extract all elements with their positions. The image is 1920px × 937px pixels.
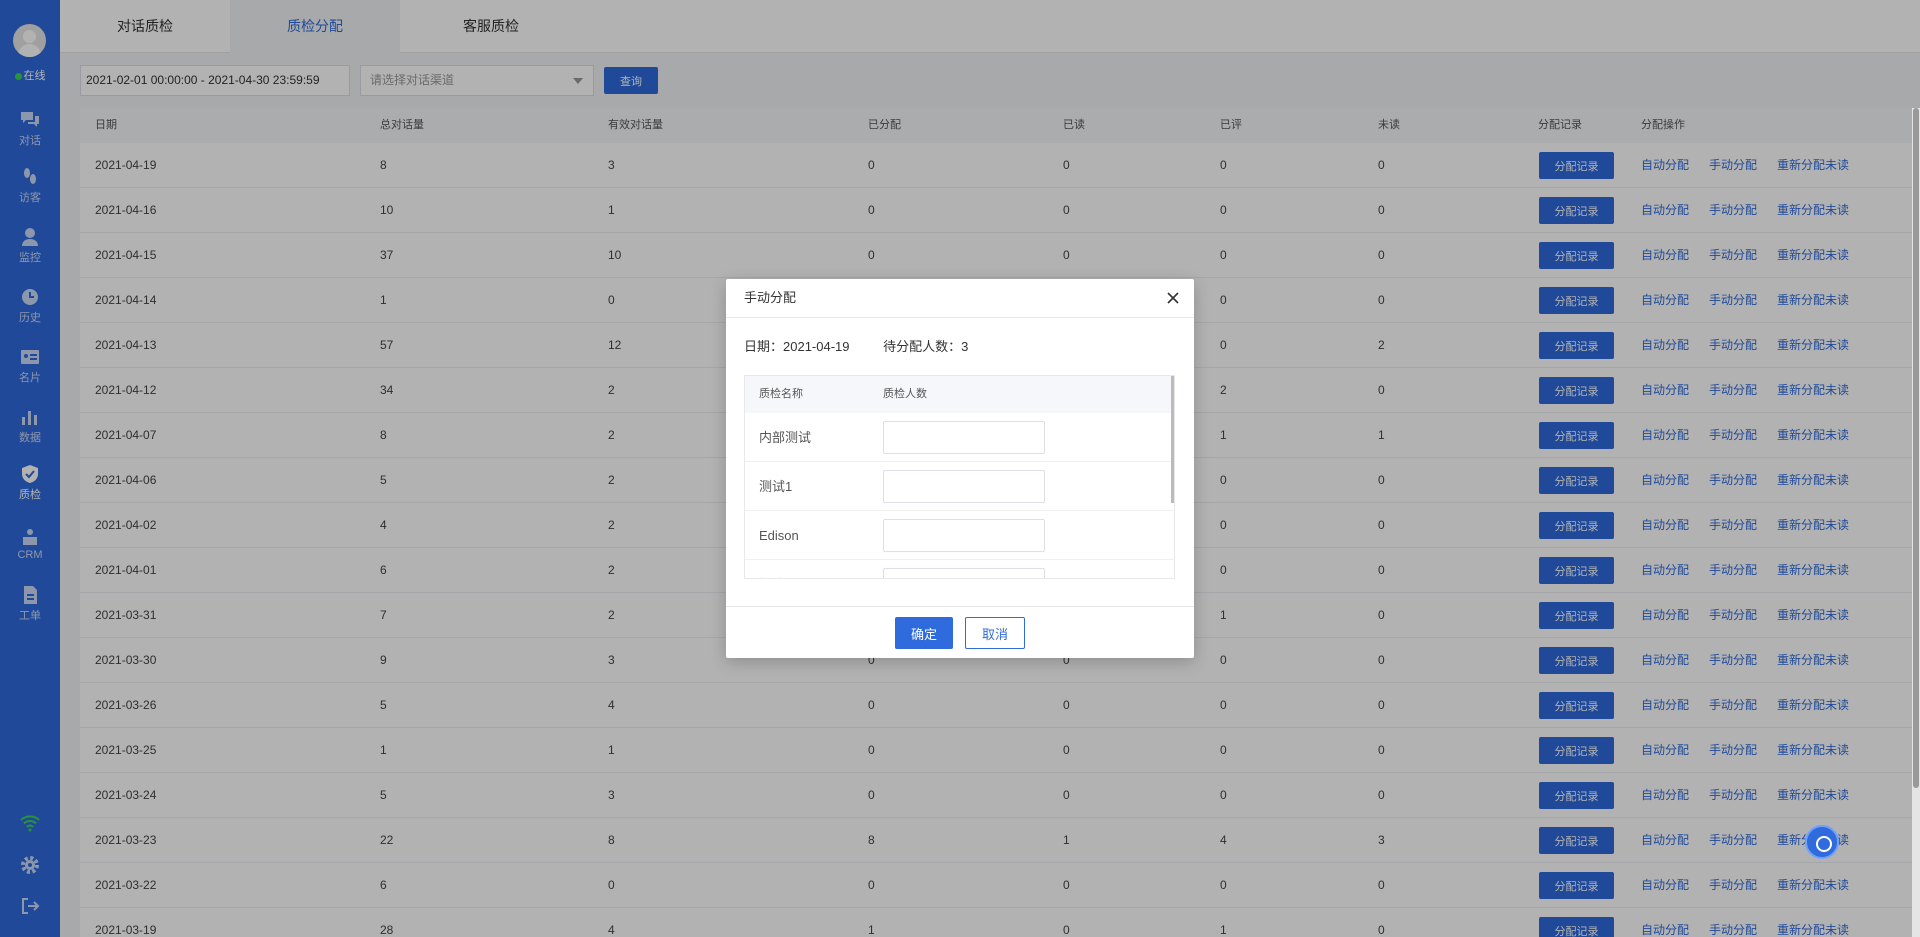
inspector-scrollbar[interactable] xyxy=(1171,376,1174,503)
col-inspector-name: 质检名称 xyxy=(759,388,803,400)
inspector-count-input[interactable] xyxy=(883,568,1045,578)
cancel-button[interactable]: 取消 xyxy=(965,617,1025,649)
inspector-name: 刘浩 xyxy=(759,560,785,578)
inspector-table-header: 质检名称 质检人数 xyxy=(745,376,1174,413)
inspector-name: 测试1 xyxy=(759,479,793,494)
col-inspector-count: 质检人数 xyxy=(883,388,927,400)
manual-assign-dialog: 手动分配 日期：2021-04-19 待分配人数：3 质检名称 质检人数 内部测… xyxy=(726,279,1194,658)
page-scrollbar[interactable] xyxy=(1912,108,1920,937)
inspector-name: Edison xyxy=(759,528,799,543)
dialog-header: 手动分配 xyxy=(726,279,1194,318)
dialog-date: 日期：2021-04-19 xyxy=(744,339,850,354)
close-icon[interactable] xyxy=(1166,291,1180,305)
inspector-name: 内部测试 xyxy=(759,430,812,445)
inspector-row: Edison xyxy=(745,511,1174,560)
scrollbar-thumb[interactable] xyxy=(1913,108,1919,788)
inspector-count-input[interactable] xyxy=(883,470,1045,503)
inspector-count-input[interactable] xyxy=(883,421,1045,454)
inspector-table: 质检名称 质检人数 内部测试 测试1 Edison 刘浩 xyxy=(744,375,1175,579)
dialog-pending-count: 待分配人数：3 xyxy=(883,339,969,354)
inspector-row: 刘浩 xyxy=(745,560,1174,578)
inspector-row: 测试1 xyxy=(745,462,1174,511)
dialog-info: 日期：2021-04-19 待分配人数：3 xyxy=(744,336,998,355)
inspector-row: 内部测试 xyxy=(745,413,1174,462)
inspector-count-input[interactable] xyxy=(883,519,1045,552)
confirm-button[interactable]: 确定 xyxy=(895,617,953,649)
dialog-title: 手动分配 xyxy=(744,290,797,305)
chat-float-button[interactable] xyxy=(1805,825,1839,859)
dialog-footer: 确定 取消 xyxy=(726,606,1194,658)
